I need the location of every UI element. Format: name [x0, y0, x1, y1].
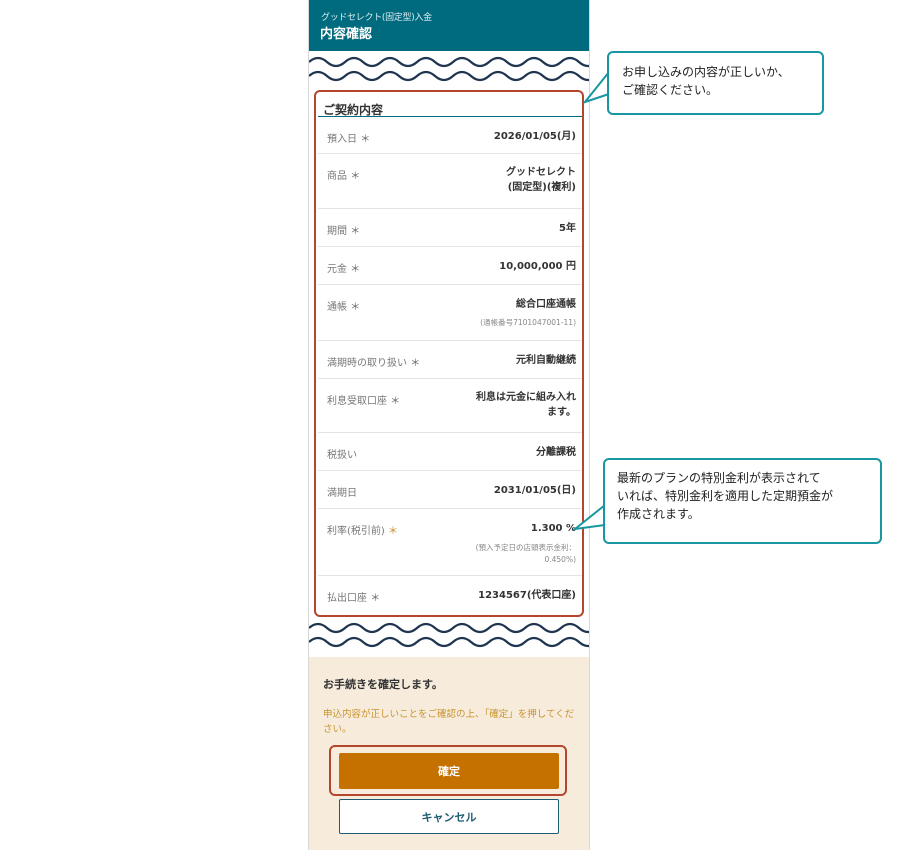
highlight-card-frame	[314, 90, 584, 617]
page-header: グッドセレクト(固定型)入金 内容確認	[309, 0, 589, 51]
confirm-title: お手続きを確定します。	[323, 678, 443, 691]
confirm-description: 申込内容が正しいことをご確認の上、「確定」を押してください。	[323, 709, 575, 735]
callout-check-contents: お申し込みの内容が正しいか、 ご確認ください。	[607, 51, 824, 115]
cancel-button[interactable]: キャンセル	[339, 799, 559, 834]
wave-divider-top	[309, 56, 589, 82]
callout-pointer-bottom	[573, 504, 606, 531]
page-subtitle: グッドセレクト(固定型)入金	[321, 13, 432, 23]
wave-divider-bottom	[309, 622, 589, 648]
page-title: 内容確認	[320, 27, 373, 42]
highlight-confirm-frame	[329, 745, 567, 796]
callout-special-rate: 最新のプランの特別金利が表示されて いれば、特別金利を適用した定期預金が 作成さ…	[603, 458, 882, 544]
